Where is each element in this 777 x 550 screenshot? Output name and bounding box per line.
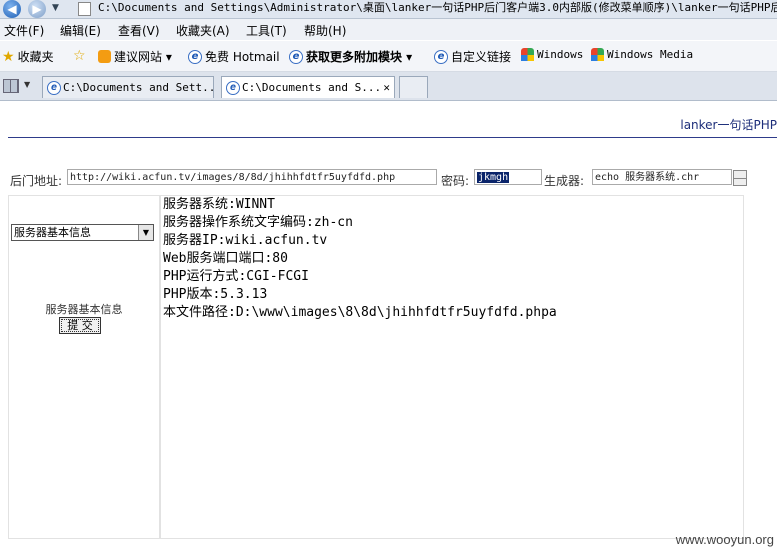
menu-file[interactable]: 文件(F) — [4, 22, 44, 39]
menu-bar: 文件(F) 编辑(E) 查看(V) 收藏夹(A) 工具(T) 帮助(H) — [0, 19, 777, 40]
page-icon — [78, 2, 91, 16]
command-select[interactable]: 服务器基本信息 ▼ — [11, 224, 154, 241]
ie-icon: e — [289, 49, 303, 64]
tab-1[interactable]: e C:\Documents and Sett... — [42, 76, 214, 98]
menu-favorites[interactable]: 收藏夹(A) — [176, 22, 230, 39]
fav-label: Windows Media — [607, 48, 694, 61]
submit-button[interactable]: 提 交 — [59, 317, 101, 334]
fav-label: 自定义链接 — [451, 50, 512, 64]
command-select-value: 服务器基本信息 — [14, 226, 91, 239]
generator-spinner[interactable] — [733, 170, 747, 186]
quick-tabs-icon[interactable] — [3, 79, 19, 93]
fav-custom-links[interactable]: e 自定义链接 — [434, 48, 511, 65]
address-text[interactable]: C:\Documents and Settings\Administrator\… — [98, 0, 777, 16]
forward-button[interactable]: ▶ — [28, 0, 46, 18]
ie-icon: e — [47, 81, 61, 95]
generator-label: 生成器: — [544, 174, 585, 188]
ie-icon: e — [434, 49, 448, 64]
info-line: 服务器系统:WINNT — [163, 197, 275, 212]
menu-help[interactable]: 帮助(H) — [304, 22, 346, 39]
info-line: Web服务端口端口:80 — [163, 251, 288, 266]
password-input[interactable]: jkmgh — [474, 169, 542, 185]
page-brand: lanker一句话PHP — [680, 118, 777, 132]
watermark: www.wooyun.org — [675, 532, 774, 547]
star-icon: ★ — [2, 48, 15, 65]
backdoor-url-input[interactable]: http://wiki.acfun.tv/images/8/8d/jhihhfd… — [67, 169, 437, 185]
command-panel: 服务器基本信息 ▼ 服务器基本信息 提 交 — [8, 195, 160, 539]
fav-windows[interactable]: Windows — [521, 48, 583, 61]
fav-label: 免费 Hotmail — [205, 50, 280, 64]
add-favorite-button[interactable]: ☆ — [73, 48, 86, 64]
password-label: 密码: — [441, 174, 470, 188]
tab-bar: ▼ e C:\Documents and Sett... e C:\Docume… — [0, 72, 777, 101]
info-line: PHP运行方式:CGI-FCGI — [163, 269, 309, 284]
history-dropdown-icon[interactable]: ▼ — [52, 3, 59, 13]
ie-icon: e — [226, 81, 240, 95]
server-info: 服务器系统:WINNT 服务器操作系统文字编码:zh-cn 服务器IP:wiki… — [163, 196, 557, 322]
windows-icon — [591, 48, 604, 61]
back-button[interactable]: ◀ — [3, 0, 21, 18]
tab-list-dropdown-icon[interactable]: ▼ — [24, 80, 30, 89]
fav-label: Windows — [537, 48, 584, 61]
add-favorite-icon: ☆ — [73, 48, 86, 64]
password-value: jkmgh — [477, 172, 510, 183]
address-bar: ◀ ▶ ▼ C:\Documents and Settings\Administ… — [0, 0, 777, 19]
tab-2[interactable]: e C:\Documents and S... ✕ — [221, 76, 395, 98]
info-line: PHP版本:5.3.13 — [163, 287, 268, 302]
panel-title: 服务器基本信息 — [45, 303, 123, 316]
close-tab-icon[interactable]: ✕ — [383, 77, 390, 98]
info-line: 服务器操作系统文字编码:zh-cn — [163, 215, 353, 230]
fav-label: 获取更多附加模块 ▾ — [306, 50, 413, 64]
suggested-sites-icon — [98, 50, 111, 63]
tab-2-label: C:\Documents and S... — [242, 81, 382, 94]
page-content: lanker一句话PHP 后门地址: http://wiki.acfun.tv/… — [0, 101, 777, 550]
menu-view[interactable]: 查看(V) — [118, 22, 160, 39]
windows-icon — [521, 48, 534, 61]
info-line: 服务器IP:wiki.acfun.tv — [163, 233, 328, 248]
favorites-button[interactable]: ★ 收藏夹 — [2, 48, 54, 65]
fav-hotmail[interactable]: e 免费 Hotmail — [188, 48, 280, 65]
fav-addons[interactable]: e 获取更多附加模块 ▾ — [289, 48, 412, 65]
fav-label: 建议网站 ▾ — [114, 50, 172, 64]
generator-input[interactable]: echo 服务器系统.chr — [592, 169, 732, 185]
favorites-label: 收藏夹 — [17, 50, 54, 64]
chevron-down-icon: ▼ — [138, 225, 153, 240]
new-tab-button[interactable] — [399, 76, 428, 98]
info-line: 本文件路径:D:\www\images\8\8d\jhihhfdtfr5uyfd… — [163, 305, 557, 320]
fav-suggested-sites[interactable]: 建议网站 ▾ — [98, 48, 172, 65]
header-divider — [8, 137, 777, 138]
fav-windows-media[interactable]: Windows Media — [591, 48, 693, 61]
favorites-bar: ★ 收藏夹 ☆ 建议网站 ▾ e 免费 Hotmail e 获取更多附加模块 ▾… — [0, 41, 777, 72]
output-panel: 服务器系统:WINNT 服务器操作系统文字编码:zh-cn 服务器IP:wiki… — [160, 195, 744, 539]
menu-tools[interactable]: 工具(T) — [246, 22, 287, 39]
tab-1-label: C:\Documents and Sett... — [63, 81, 214, 94]
ie-icon: e — [188, 49, 202, 64]
backdoor-label: 后门地址: — [10, 174, 63, 188]
menu-edit[interactable]: 编辑(E) — [60, 22, 101, 39]
